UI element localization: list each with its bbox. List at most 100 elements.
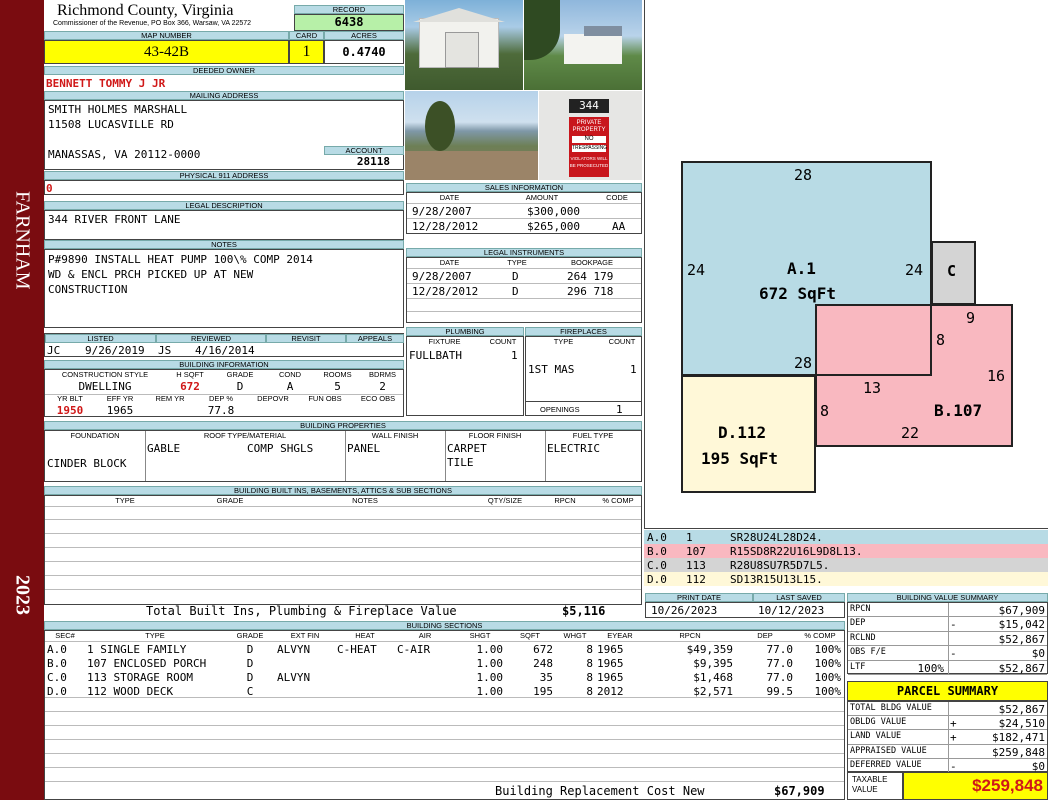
appeals-label: APPEALS [346, 334, 404, 343]
fuel-type: ELECTRIC [547, 442, 600, 455]
section-cell: B.0 [47, 657, 67, 670]
account-number: 28118 [356, 155, 390, 168]
acres-label: ACRES [324, 31, 404, 40]
vector-list: A.0 1 SR28U24L28D24. B.0 107 R15SD8R22U16L9D… [644, 528, 1048, 588]
summary-value: $67,909 [998, 604, 1045, 617]
section-cell: 77.0 [766, 671, 794, 684]
h-hsqft: H SQFT [176, 370, 204, 379]
section-cell: 77.0 [766, 643, 794, 656]
print-date-label: PRINT DATE [645, 593, 753, 602]
fire-type: 1ST MAS [528, 363, 575, 376]
props-h-foundation: FOUNDATION [70, 431, 120, 440]
dim-a-right: 24 [905, 261, 924, 279]
revisit-label: REVISIT [266, 334, 346, 343]
h-grade: GRADE [226, 370, 254, 379]
h-yrblt: YR BLT [57, 394, 83, 403]
section-cell: 1965 [597, 643, 624, 656]
fire-h-type: TYPE [553, 337, 574, 346]
instr-h-date: DATE [439, 258, 460, 267]
summary-row: LAND VALUE + $182,471 [848, 730, 1047, 745]
openings-count: 1 [616, 403, 623, 416]
summary-row: DEFERRED VALUE - $0 [848, 758, 1047, 773]
sale-1-amount: $300,000 [527, 205, 580, 218]
h-rooms: ROOMS [323, 370, 352, 379]
summary-row: OBS F/E - $0 [848, 646, 1047, 661]
section-cell: $1,468 [693, 671, 733, 684]
summary-value: $52,867 [998, 632, 1045, 646]
instr-2-type: D [512, 285, 519, 298]
reviewed-by: JS [158, 344, 172, 357]
props-h-wall: WALL FINISH [371, 431, 419, 440]
summary-row: DEP - $15,042 [848, 617, 1047, 632]
sale-1-date: 9/28/2007 [412, 205, 472, 218]
summary-value: $0 [1031, 647, 1045, 661]
section-cell: 1.00 [476, 643, 504, 656]
sec-h-type: TYPE [145, 631, 165, 640]
replacement-cost-label: Building Replacement Cost New [495, 784, 705, 798]
section-cell: 1965 [597, 671, 624, 684]
instruments-table: DATE TYPE BOOKPAGE 9/28/2007 D 264 179 1… [406, 257, 642, 323]
summary-label: DEFERRED VALUE [850, 759, 922, 770]
section-cell: 1 SINGLE FAMILY [87, 643, 187, 656]
instr-h-bookpage: BOOKPAGE [571, 258, 613, 267]
vector-row-d: D.0 112 SD13R15U13L15. [644, 572, 1048, 586]
roof-material: COMP SHGLS [247, 442, 314, 455]
dim-a-bottom: 28 [794, 354, 813, 372]
cond: A [286, 380, 294, 393]
section-d-label: D.112 [718, 423, 767, 442]
section-cell: 100% [814, 643, 842, 656]
legal-label: LEGAL DESCRIPTION [44, 201, 404, 210]
sec-h-dep: DEP [757, 631, 773, 640]
section-cell: 8 [586, 657, 593, 670]
dim-b-16: 16 [987, 367, 1006, 385]
h-remyr: REM YR [155, 394, 185, 403]
year-built: 1950 [56, 404, 84, 417]
account-label: ACCOUNT [324, 146, 404, 155]
section-cell: ALVYN [277, 671, 311, 684]
section-a-label: A.1 [787, 259, 816, 278]
summary-label: LTF [850, 661, 866, 672]
section-cell: 113 STORAGE ROOM [87, 671, 193, 684]
sign-line-1: PRIVATE [576, 120, 602, 126]
notes-label: NOTES [44, 240, 404, 249]
summary-value: $0 [1031, 759, 1045, 773]
district-sidebar: FARNHAM 2023 [0, 0, 44, 800]
h-effyr: EFF YR [106, 394, 134, 403]
section-d-area: 195 SqFt [701, 449, 779, 468]
fire-h-count: COUNT [608, 337, 636, 346]
instr-2-bookpage: 296 718 [567, 285, 614, 298]
h-depovr: DEPOVR [257, 394, 289, 403]
summary-label: OBS F/E [850, 647, 886, 658]
sec-h-extfin: EXT FIN [290, 631, 320, 640]
sec-h-sqft: SQFT [520, 631, 540, 640]
sale-2-amount: $265,000 [527, 220, 580, 233]
builtins-total-label: Total Built Ins, Plumbing & Fireplace Va… [146, 604, 457, 618]
bi-h-notes: NOTES [352, 496, 378, 505]
dim-a-top: 28 [794, 166, 813, 184]
reviewed-label: REVIEWED [156, 334, 266, 343]
section-cell: C-AIR [397, 643, 431, 656]
bvs-table: RPCN $67,909 DEP - $15,042 RCLND $52,867 OBS F/… [847, 602, 1048, 675]
summary-value: $259,848 [992, 745, 1045, 759]
summary-label: LAND VALUE [850, 731, 902, 742]
section-cell: 672 [533, 643, 553, 656]
props-label: BUILDING PROPERTIES [44, 421, 642, 430]
summary-sign: 100% [917, 661, 945, 675]
sales-h-amount: AMOUNT [525, 193, 559, 202]
print-date: 10/26/2023 [651, 604, 718, 617]
summary-label: RPCN [850, 604, 871, 614]
summary-label: OBLDG VALUE [850, 717, 907, 728]
sign-line-6: BE PROSECUTED [569, 163, 609, 168]
h-bdrms: BDRMS [368, 370, 397, 379]
county-title: Richmond County, Virginia [57, 2, 234, 19]
wall-finish: PANEL [347, 442, 381, 455]
sec-h-grade: GRADE [236, 631, 264, 640]
listed-label: LISTED [45, 334, 156, 343]
taxable-label-2: VALUE [852, 785, 878, 794]
bvs-label: BUILDING VALUE SUMMARY [847, 593, 1048, 602]
parcel-table: TOTAL BLDG VALUE $52,867 OBLDG VALUE + $24,5… [847, 701, 1048, 773]
photo-garage [405, 0, 523, 90]
instr-h-type: TYPE [507, 258, 527, 267]
section-a-area: 672 SqFt [759, 284, 837, 303]
floor-finish-1: CARPET [447, 442, 487, 455]
